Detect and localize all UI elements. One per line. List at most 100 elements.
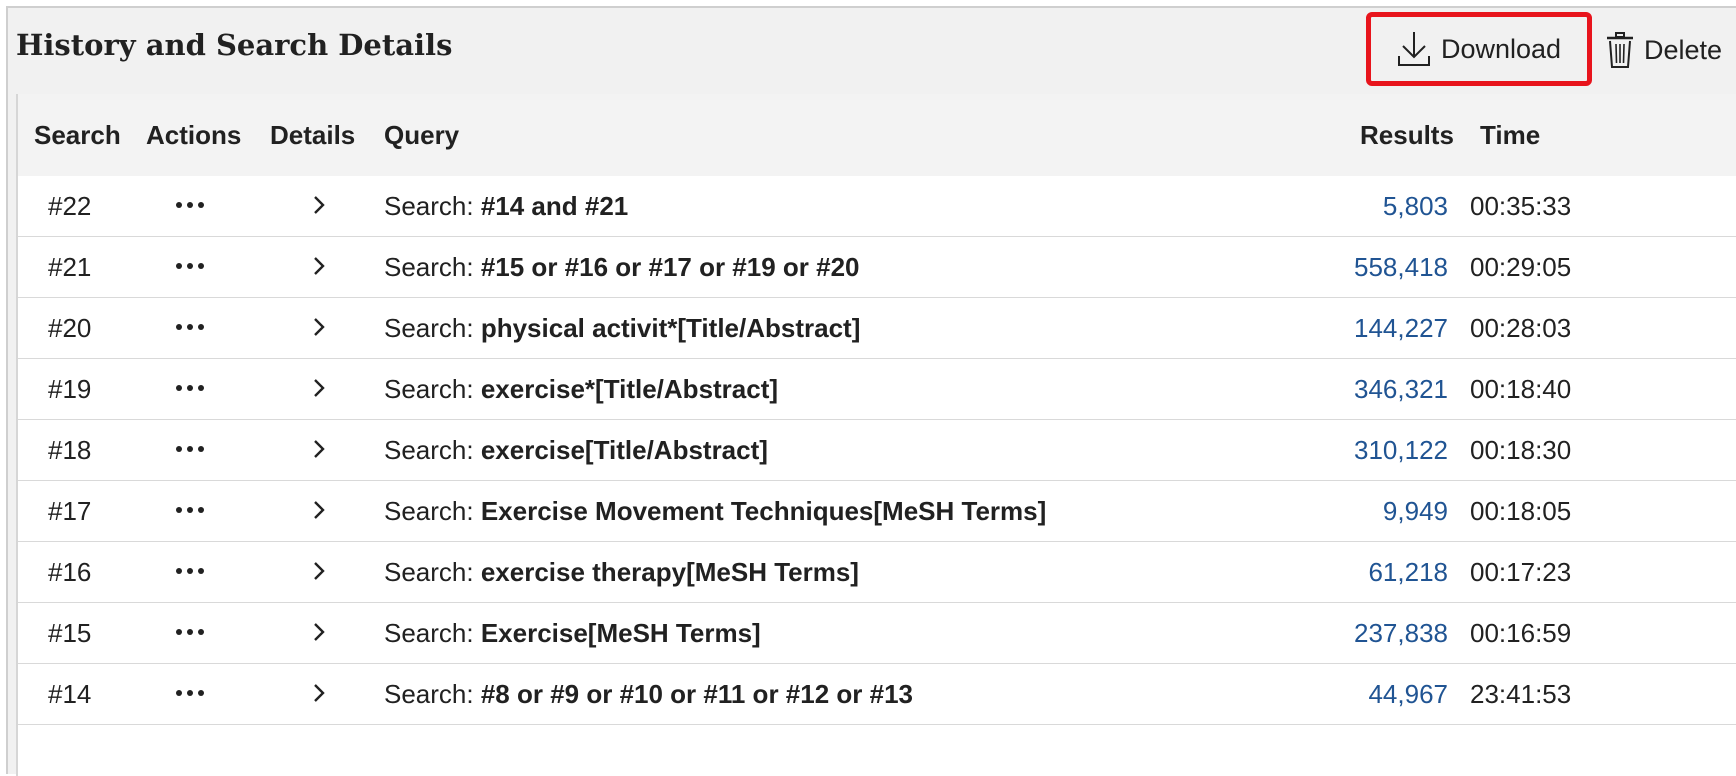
more-dots-icon	[176, 298, 210, 358]
time-stamp: 00:18:40	[1470, 374, 1572, 404]
details-toggle[interactable]	[312, 542, 326, 608]
details-toggle[interactable]	[312, 298, 326, 364]
search-number: #21	[48, 252, 92, 282]
details-toggle[interactable]	[312, 359, 326, 425]
query-text: Search: #8 or #9 or #10 or #11 or #12 or…	[384, 664, 913, 730]
chevron-right-icon	[312, 298, 326, 358]
query-prefix: Search:	[384, 313, 481, 343]
actions-button[interactable]	[176, 237, 210, 303]
results-count-link[interactable]: 310,122	[1354, 420, 1448, 486]
more-dots-icon	[176, 359, 210, 419]
col-header-query: Query	[384, 120, 460, 150]
more-dots-icon	[176, 664, 210, 724]
query-term: exercise*[Title/Abstract]	[480, 374, 779, 404]
more-dots-icon	[176, 542, 210, 602]
query-prefix: Search:	[384, 191, 481, 221]
results-count-link[interactable]: 44,967	[1368, 664, 1448, 730]
actions-button[interactable]	[176, 664, 210, 730]
chevron-right-icon	[312, 237, 326, 297]
chevron-right-icon	[312, 420, 326, 480]
results-count-link[interactable]: 5,803	[1383, 176, 1448, 242]
query-text: Search: Exercise[MeSH Terms]	[384, 603, 761, 669]
chevron-right-icon	[312, 603, 326, 663]
actions-button[interactable]	[176, 481, 210, 547]
chevron-right-icon	[312, 664, 326, 724]
query-prefix: Search:	[384, 252, 481, 282]
table-row: #18 Search: exercise[Title/Abstract] 310,1…	[18, 420, 1736, 481]
search-number: #16	[48, 557, 92, 587]
query-text: Search: #15 or #16 or #17 or #19 or #20	[384, 237, 860, 303]
query-term: #15 or #16 or #17 or #19 or #20	[480, 252, 860, 282]
time-stamp: 00:35:33	[1470, 191, 1572, 221]
table-row: #21 Search: #15 or #16 or #17 or #19 or #…	[18, 237, 1736, 298]
results-count-link[interactable]: 558,418	[1354, 237, 1448, 303]
actions-button[interactable]	[176, 176, 210, 242]
table-row: #15 Search: Exercise[MeSH Terms] 237,838 00…	[18, 603, 1736, 664]
time-stamp: 00:18:30	[1470, 435, 1572, 465]
details-toggle[interactable]	[312, 176, 326, 242]
table-header: Search Actions Details Query Results Tim…	[18, 94, 1736, 176]
more-dots-icon	[176, 603, 210, 663]
query-text: Search: physical activit*[Title/Abstract…	[384, 298, 860, 364]
query-prefix: Search:	[384, 496, 481, 526]
details-toggle[interactable]	[312, 420, 326, 486]
search-number: #19	[48, 374, 92, 404]
query-term: #8 or #9 or #10 or #11 or #12 or #13	[480, 679, 913, 709]
search-number: #20	[48, 313, 92, 343]
search-number: #18	[48, 435, 92, 465]
col-header-details: Details	[270, 120, 356, 150]
results-count-link[interactable]: 61,218	[1368, 542, 1448, 608]
query-prefix: Search:	[384, 435, 481, 465]
table-row: #22 Search: #14 and #21 5,803 00:35:33	[18, 176, 1736, 237]
details-toggle[interactable]	[312, 664, 326, 730]
results-count-link[interactable]: 346,321	[1354, 359, 1448, 425]
more-dots-icon	[176, 237, 210, 297]
chevron-right-icon	[312, 481, 326, 541]
col-header-time: Time	[1480, 120, 1541, 150]
query-prefix: Search:	[384, 679, 481, 709]
query-text: Search: exercise*[Title/Abstract]	[384, 359, 778, 425]
download-icon	[1397, 30, 1431, 68]
search-number: #15	[48, 618, 92, 648]
actions-button[interactable]	[176, 542, 210, 608]
download-button[interactable]: Download	[1366, 12, 1592, 86]
history-panel: History and Search Details Download Dele…	[6, 6, 1736, 776]
query-term: exercise[Title/Abstract]	[480, 435, 768, 465]
actions-button[interactable]	[176, 359, 210, 425]
search-number: #22	[48, 191, 92, 221]
actions-button[interactable]	[176, 603, 210, 669]
query-term: Exercise Movement Techniques[MeSH Terms]	[480, 496, 1047, 526]
time-stamp: 00:16:59	[1470, 618, 1572, 648]
time-stamp: 23:41:53	[1470, 679, 1572, 709]
more-dots-icon	[176, 481, 210, 541]
results-count-link[interactable]: 9,949	[1383, 481, 1448, 547]
query-term: Exercise[MeSH Terms]	[480, 618, 761, 648]
results-count-link[interactable]: 237,838	[1354, 603, 1448, 669]
history-table: Search Actions Details Query Results Tim…	[16, 94, 1736, 776]
panel-title: History and Search Details	[16, 28, 453, 62]
chevron-right-icon	[312, 542, 326, 602]
col-header-actions: Actions	[146, 120, 242, 150]
table-row: #14 Search: #8 or #9 or #10 or #11 or #12…	[18, 664, 1736, 725]
details-toggle[interactable]	[312, 237, 326, 303]
query-text: Search: Exercise Movement Techniques[MeS…	[384, 481, 1046, 547]
query-term: physical activit*[Title/Abstract]	[480, 313, 861, 343]
trash-icon	[1606, 31, 1634, 69]
results-count-link[interactable]: 144,227	[1354, 298, 1448, 364]
actions-button[interactable]	[176, 420, 210, 486]
time-stamp: 00:29:05	[1470, 252, 1572, 282]
query-term: #14 and #21	[480, 191, 629, 221]
table-row: #20 Search: physical activit*[Title/Abstr…	[18, 298, 1736, 359]
col-header-search[interactable]: Search	[34, 94, 121, 176]
table-row: #19 Search: exercise*[Title/Abstract] 346,…	[18, 359, 1736, 420]
query-prefix: Search:	[384, 374, 481, 404]
details-toggle[interactable]	[312, 481, 326, 547]
delete-button[interactable]: Delete	[1606, 18, 1722, 82]
actions-button[interactable]	[176, 298, 210, 364]
col-header-results: Results	[1360, 120, 1454, 150]
query-text: Search: exercise[Title/Abstract]	[384, 420, 768, 486]
details-toggle[interactable]	[312, 603, 326, 669]
delete-label: Delete	[1644, 34, 1723, 65]
panel-header: History and Search Details Download Dele…	[8, 8, 1736, 94]
query-prefix: Search:	[384, 618, 481, 648]
